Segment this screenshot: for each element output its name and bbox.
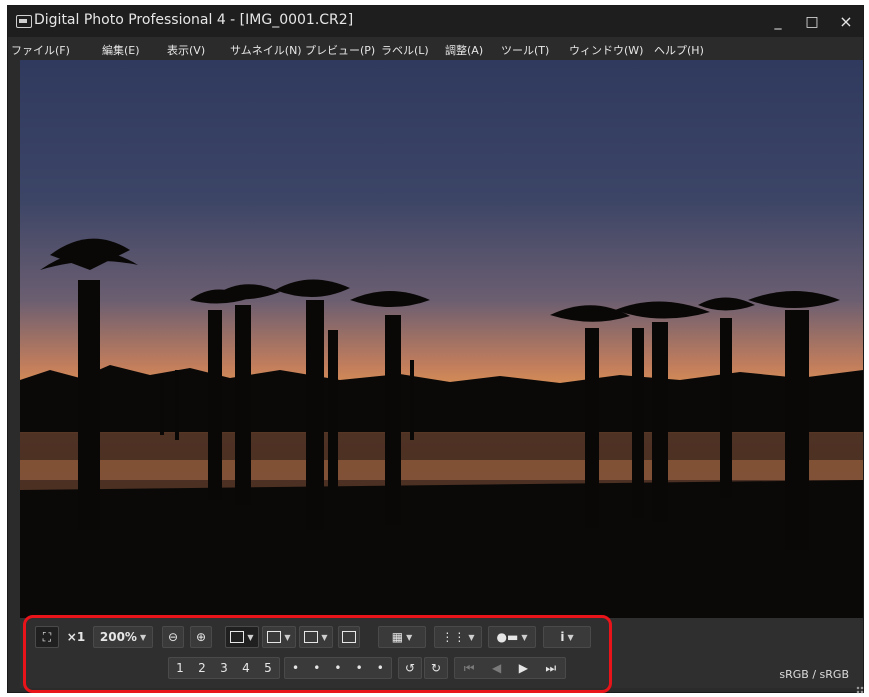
minimize-button[interactable]: _ [764,12,792,32]
last-icon[interactable]: ⏭ [545,661,556,676]
menu-label[interactable]: ラベル(L) [381,42,429,58]
label-dot-1[interactable]: • [292,661,299,675]
rating-1[interactable]: 1 [176,661,184,675]
split-view-button[interactable]: ▼ [299,626,333,648]
zoom-out-icon: ⊖ [167,630,179,644]
zoom-in-icon: ⊕ [195,630,207,644]
grid-icon: ▦ [391,630,404,644]
zoom-in-button[interactable]: ⊕ [190,626,212,648]
info-icon: i [560,630,565,644]
prev-icon[interactable]: ◀ [492,661,501,675]
info-button[interactable]: i ▼ [543,626,591,648]
close-button[interactable]: × [832,12,860,32]
first-icon[interactable]: ⏮ [464,661,475,676]
grid-button[interactable]: ▦ ▼ [378,626,426,648]
rotate-right-button[interactable]: ↻ [424,657,448,679]
photo-silhouette [20,238,863,618]
label-dots-group: • • • • • [284,657,392,679]
rotate-left-button[interactable]: ↺ [398,657,422,679]
zoom-out-button[interactable]: ⊖ [162,626,184,648]
compare-icon [267,631,282,643]
menu-file[interactable]: ファイル(F) [11,42,70,58]
resize-grip-icon[interactable] [856,686,864,694]
fit-screen-button[interactable]: ⛶ [35,626,59,648]
label-dot-3[interactable]: • [334,661,341,675]
next-icon[interactable]: ▶ [519,661,528,675]
preview-toolbar: ⛶ ×1 200% ▼ ⊖ ⊕ ▼ ▼ ▼ ▦ ▼ ⋮⋮ ▼ ●▬ ▼ i ▼ … [20,618,863,688]
maximize-button[interactable]: □ [798,12,826,32]
thumbnail-button[interactable] [338,626,360,648]
menu-thumbnail[interactable]: サムネイル(N) [230,42,302,58]
title-bar: Digital Photo Professional 4 - [IMG_0001… [8,6,863,37]
af-point-icon [230,631,245,643]
thumbnail-icon [342,631,356,643]
rating-group: 1 2 3 4 5 [168,657,280,679]
menu-view[interactable]: 表示(V) [167,42,205,58]
grid2-button[interactable]: ⋮⋮ ▼ [434,626,482,648]
menu-help[interactable]: ヘルプ(H) [654,42,704,58]
label-dot-2[interactable]: • [313,661,320,675]
rating-2[interactable]: 2 [198,661,206,675]
label-dot-4[interactable]: • [356,661,363,675]
menu-window[interactable]: ウィンドウ(W) [569,42,643,58]
rating-5[interactable]: 5 [264,661,272,675]
rating-3[interactable]: 3 [220,661,228,675]
rating-4[interactable]: 4 [242,661,250,675]
app-icon [16,15,32,28]
menu-tools[interactable]: ツール(T) [501,42,549,58]
split-view-icon [304,631,319,643]
image-preview[interactable] [20,60,863,618]
highlight-warning-icon: ●▬ [496,630,519,644]
rotate-left-icon: ↺ [404,661,416,675]
highlight-warning-button[interactable]: ●▬ ▼ [488,626,536,648]
menu-adjust[interactable]: 調整(A) [445,42,483,58]
af-point-button[interactable]: ▼ [225,626,259,648]
label-dot-5[interactable]: • [377,661,384,675]
navigation-group: ⏮ ◀ ▶ ⏭ [454,657,566,679]
rotate-right-icon: ↻ [430,661,442,675]
fit-screen-icon: ⛶ [42,629,52,644]
window-title: Digital Photo Professional 4 - [IMG_0001… [34,12,354,28]
actual-size-button[interactable]: ×1 [64,626,88,648]
menu-preview[interactable]: プレビュー(P) [305,42,375,58]
color-space-label: sRGB / sRGB [779,668,849,681]
zoom-select[interactable]: 200% ▼ [93,626,153,648]
menu-bar: ファイル(F) 編集(E) 表示(V) サムネイル(N) プレビュー(P) ラベ… [8,37,863,61]
grid2-icon: ⋮⋮ [441,630,466,644]
compare-button[interactable]: ▼ [262,626,296,648]
menu-edit[interactable]: 編集(E) [102,42,140,58]
